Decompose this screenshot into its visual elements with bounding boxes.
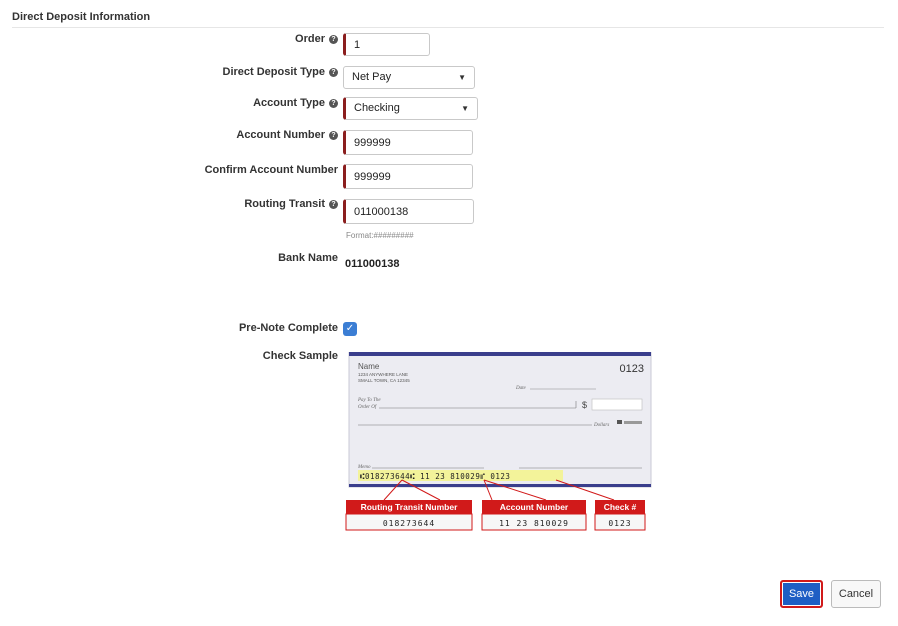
account-number-input[interactable] xyxy=(343,130,473,155)
prenote-label-text: Pre-Note Complete xyxy=(238,322,338,334)
routing-label-text: Routing Transit xyxy=(244,198,325,210)
prenote-label: Pre-Note Complete xyxy=(239,322,338,334)
deposit-type-label-text: Direct Deposit Type xyxy=(222,66,326,78)
help-icon[interactable]: ? xyxy=(329,98,338,108)
confirm-account-input[interactable] xyxy=(343,164,473,189)
check-address1: 1234 ANYWHERE LANE xyxy=(358,372,408,377)
check-bank-text xyxy=(624,421,642,424)
help-icon[interactable]: ? xyxy=(329,199,338,209)
account-type-label: Account Type ? xyxy=(253,97,338,109)
account-callout-value: 11 23 810029 xyxy=(499,519,569,528)
check-sample-image: Name 1234 ANYWHERE LANE SMALL TOWN, CA 1… xyxy=(345,352,652,531)
order-input[interactable] xyxy=(343,33,430,56)
check-address2: SMALL TOWN, CA 12345 xyxy=(358,378,410,383)
cancel-button[interactable]: Cancel xyxy=(831,580,881,608)
account-callout-label: Account Number xyxy=(500,502,569,512)
help-icon[interactable]: ? xyxy=(329,34,338,44)
order-label: Order ? xyxy=(295,33,338,45)
confirm-account-label: Confirm Account Number xyxy=(205,164,338,176)
deposit-type-label: Direct Deposit Type ? xyxy=(222,66,338,78)
help-icon[interactable]: ? xyxy=(329,67,338,77)
check-top-stripe xyxy=(349,352,651,356)
check-micr-line: ⑆018273644⑆ 11 23 810029⑈ 0123 xyxy=(360,472,510,481)
deposit-type-select[interactable]: Net Pay ▼ xyxy=(343,66,475,89)
help-icon[interactable]: ? xyxy=(329,130,338,140)
check-date-label: Date xyxy=(515,386,527,391)
check-amount-box xyxy=(591,398,643,411)
check-dollar-sign: $ xyxy=(582,400,587,410)
check-dollars-label: Dollars xyxy=(593,423,609,428)
bank-name-label-text: Bank Name xyxy=(278,252,338,264)
bank-name-value: 011000138 xyxy=(345,258,400,270)
account-type-select[interactable]: Checking ▼ xyxy=(343,97,478,120)
prenote-checkbox[interactable]: ✓ xyxy=(343,322,357,336)
check-icon: ✓ xyxy=(345,323,355,334)
check-sample-label: Check Sample xyxy=(263,350,338,362)
routing-callout-value: 018273644 xyxy=(383,519,435,528)
chevron-down-icon: ▼ xyxy=(461,104,469,113)
routing-label: Routing Transit ? xyxy=(244,198,338,210)
account-type-label-text: Account Type xyxy=(253,97,325,109)
section-divider xyxy=(12,27,884,28)
bank-name-label: Bank Name xyxy=(278,252,338,264)
routing-callout-label: Routing Transit Number xyxy=(361,502,459,512)
deposit-type-value: Net Pay xyxy=(352,71,392,83)
save-button[interactable]: Save xyxy=(780,580,823,608)
confirm-account-label-text: Confirm Account Number xyxy=(204,164,338,176)
check-number: 0123 xyxy=(620,363,644,375)
check-name: Name xyxy=(358,362,380,371)
account-number-label: Account Number ? xyxy=(236,129,338,141)
chevron-down-icon: ▼ xyxy=(458,73,466,82)
check-memo-label: Memo xyxy=(357,465,371,470)
check-pay-label2: Order Of xyxy=(358,405,377,410)
account-number-label-text: Account Number xyxy=(236,129,325,141)
check-pay-label1: Pay To The xyxy=(357,398,381,403)
routing-format-hint: Format:######### xyxy=(346,231,414,240)
check-bank-logo xyxy=(617,420,622,424)
account-type-value: Checking xyxy=(354,102,400,114)
section-header: Direct Deposit Information xyxy=(12,11,151,23)
routing-input[interactable] xyxy=(343,199,474,224)
order-label-text: Order xyxy=(295,33,325,45)
check-sample-label-text: Check Sample xyxy=(262,350,338,362)
check-num-callout-value: 0123 xyxy=(608,519,631,528)
check-num-callout-label: Check # xyxy=(604,502,637,512)
